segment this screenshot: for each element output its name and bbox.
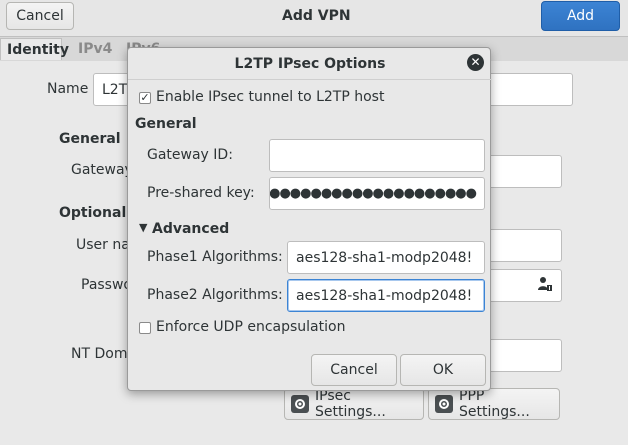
- enforce-udp-checkbox[interactable]: [139, 322, 151, 334]
- ok-button[interactable]: OK: [400, 354, 486, 386]
- settings-icon: [435, 395, 453, 413]
- cancel-button[interactable]: Cancel: [6, 2, 74, 30]
- close-icon[interactable]: ✕: [467, 54, 484, 71]
- phase1-field[interactable]: aes128-sha1-modp2048!: [287, 241, 485, 274]
- ppp-settings-label: PPP Settings...: [459, 388, 530, 420]
- optional-heading: Optional: [59, 205, 127, 221]
- phase2-label: Phase2 Algorithms:: [147, 287, 283, 303]
- ipsec-settings-button[interactable]: IPsec Settings...: [284, 388, 424, 420]
- password-field[interactable]: [480, 269, 562, 302]
- triangle-down-icon[interactable]: ▼: [139, 221, 147, 234]
- dialog-title: L2TP IPsec Options: [234, 56, 386, 72]
- psk-field[interactable]: ●●●●●●●●●●●●●●●●●●●●●: [269, 177, 485, 210]
- dialog-cancel-button[interactable]: Cancel: [311, 354, 397, 386]
- enforce-udp-label[interactable]: Enforce UDP encapsulation: [156, 319, 345, 335]
- psk-label: Pre-shared key:: [147, 185, 255, 201]
- user-lock-icon[interactable]: [537, 276, 553, 296]
- name-label: Name: [47, 81, 89, 97]
- nt-domain-field[interactable]: [480, 339, 562, 372]
- phase1-label: Phase1 Algorithms:: [147, 249, 283, 265]
- phase2-field[interactable]: aes128-sha1-modp2048!: [287, 279, 485, 312]
- ppp-settings-button[interactable]: PPP Settings...: [428, 388, 560, 420]
- add-button[interactable]: Add: [541, 1, 620, 31]
- gateway-field[interactable]: [480, 155, 562, 188]
- ipsec-settings-label: IPsec Settings...: [315, 388, 386, 420]
- dialog-general-heading: General: [135, 116, 197, 132]
- gateway-label: Gateway: [71, 162, 133, 178]
- tab-ipv4[interactable]: IPv4: [72, 38, 118, 60]
- advanced-expander[interactable]: Advanced: [152, 221, 229, 237]
- user-name-field[interactable]: [480, 229, 562, 262]
- window-title: Add VPN: [282, 8, 351, 24]
- tab-identity[interactable]: Identity: [0, 38, 69, 60]
- l2tp-ipsec-options-dialog: L2TP IPsec Options ✕ ✓ Enable IPsec tunn…: [127, 47, 492, 391]
- gateway-id-field[interactable]: [269, 139, 485, 172]
- title-divider: [128, 79, 492, 80]
- enable-ipsec-checkbox[interactable]: ✓: [139, 92, 151, 104]
- enable-ipsec-label[interactable]: Enable IPsec tunnel to L2TP host: [156, 89, 384, 105]
- general-heading: General: [59, 131, 121, 147]
- gateway-id-label: Gateway ID:: [147, 147, 233, 163]
- settings-icon: [291, 395, 309, 413]
